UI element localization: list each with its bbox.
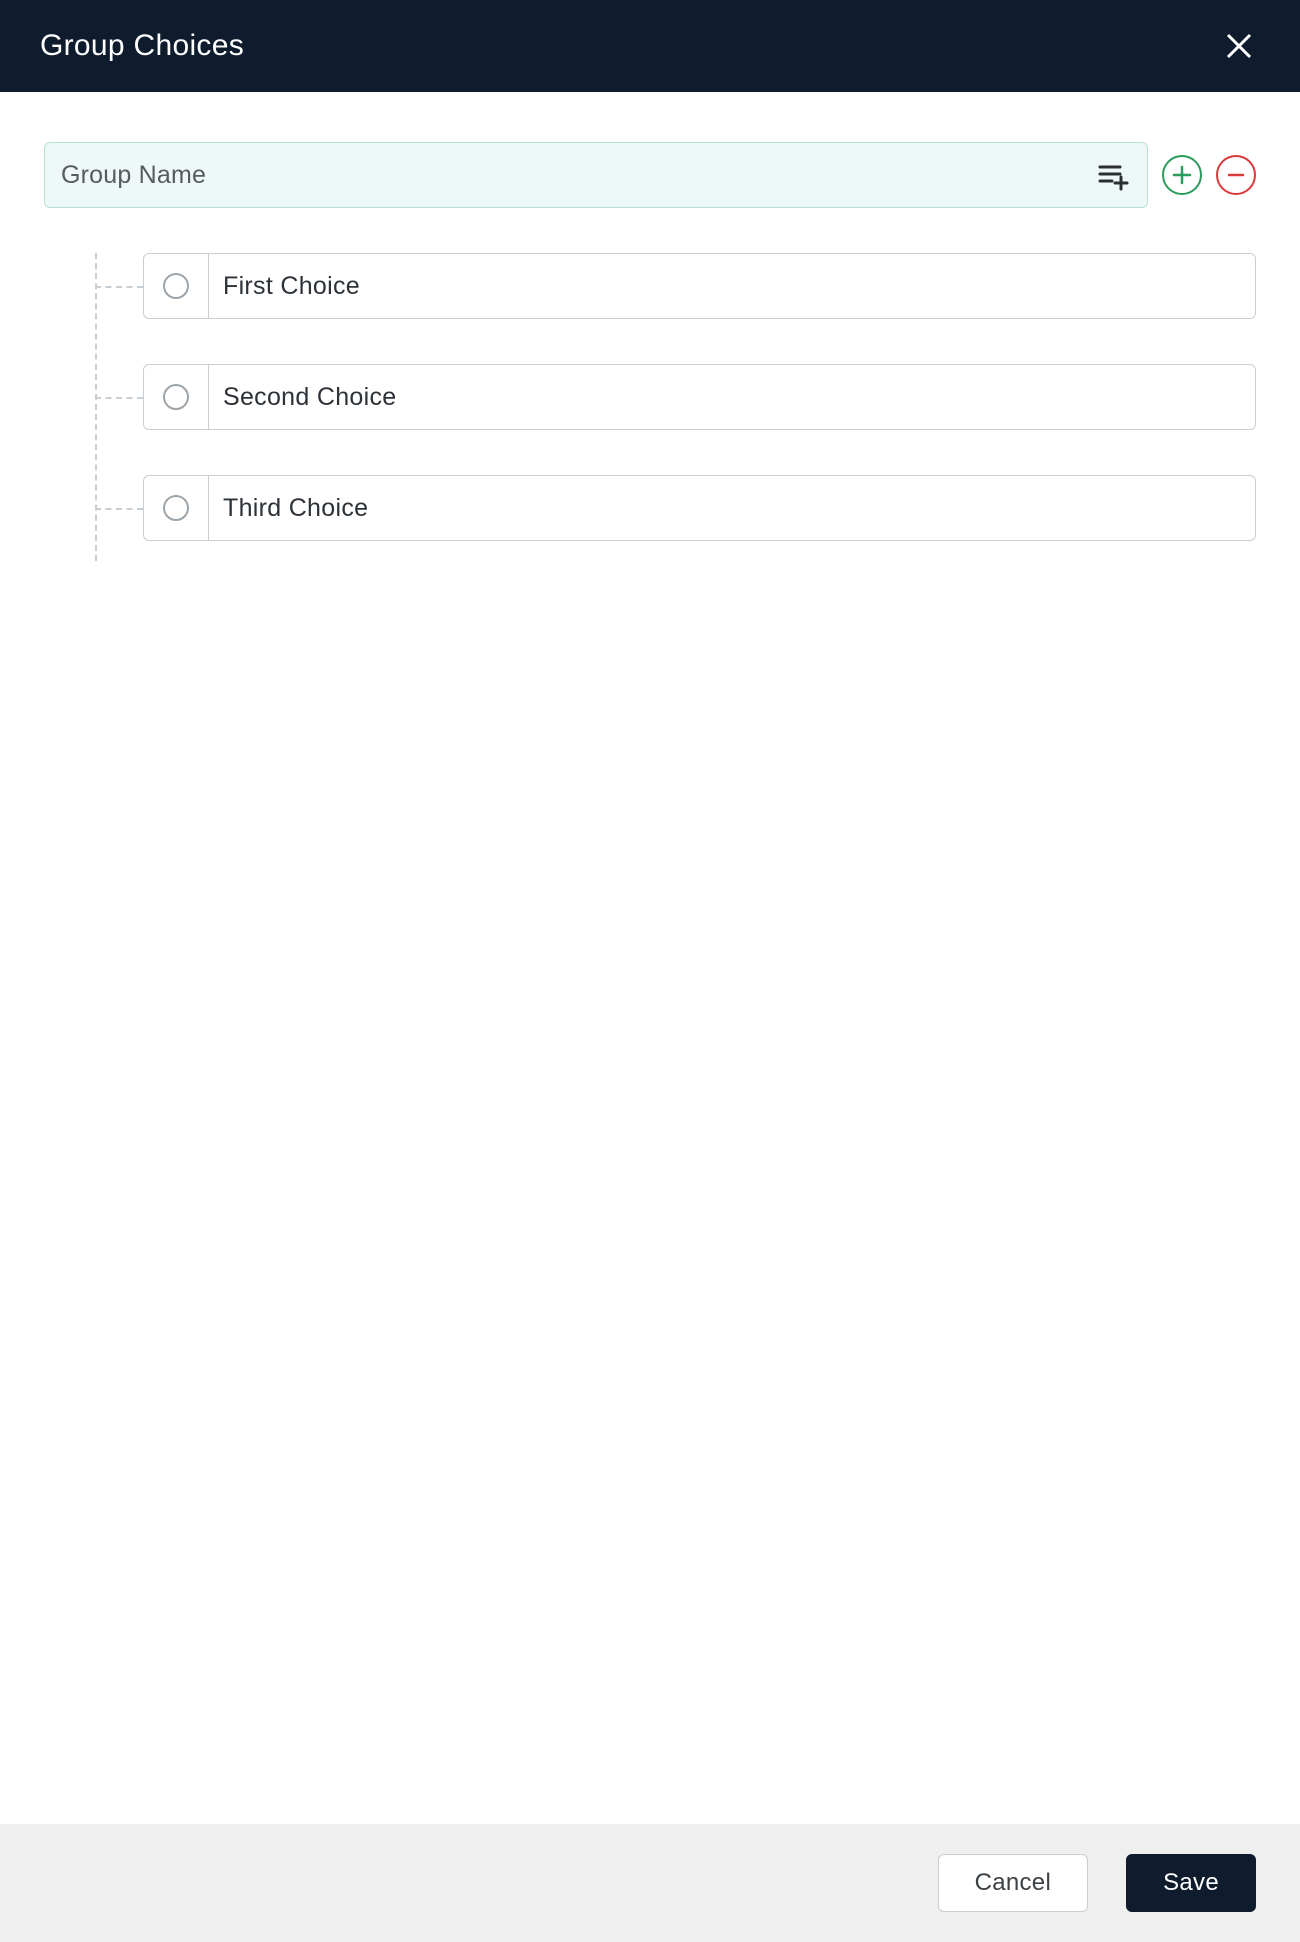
choice-item: [143, 253, 1256, 319]
tree-connector: [95, 508, 143, 510]
choice-label-input[interactable]: [209, 494, 1255, 523]
dialog-body: [0, 92, 1300, 541]
group-name-input[interactable]: [59, 160, 1091, 191]
group-name-field-wrap: [44, 142, 1148, 208]
choice-row: [95, 475, 1256, 541]
choice-row: [95, 364, 1256, 430]
save-button[interactable]: Save: [1126, 1854, 1256, 1912]
radio-icon: [163, 273, 189, 299]
minus-icon: [1225, 164, 1247, 186]
dialog-header: Group Choices: [0, 0, 1300, 92]
choice-item: [143, 475, 1256, 541]
add-subitem-button[interactable]: [1091, 153, 1135, 197]
radio-icon: [163, 495, 189, 521]
group-row: [44, 142, 1256, 208]
choice-item: [143, 364, 1256, 430]
close-icon: [1224, 31, 1254, 61]
playlist-add-icon: [1094, 156, 1132, 194]
choice-radio-cell[interactable]: [144, 476, 209, 540]
remove-group-button[interactable]: [1216, 155, 1256, 195]
dialog-title: Group Choices: [40, 29, 244, 63]
choices-tree: [95, 253, 1256, 541]
choice-radio-cell[interactable]: [144, 254, 209, 318]
choice-label-input[interactable]: [209, 272, 1255, 301]
dialog-footer: Cancel Save: [0, 1824, 1300, 1942]
choice-label-input[interactable]: [209, 383, 1255, 412]
choice-row: [95, 253, 1256, 319]
add-group-button[interactable]: [1162, 155, 1202, 195]
tree-connector: [95, 286, 143, 288]
close-button[interactable]: [1218, 25, 1260, 67]
cancel-button[interactable]: Cancel: [938, 1854, 1089, 1912]
tree-connector: [95, 397, 143, 399]
plus-icon: [1171, 164, 1193, 186]
radio-icon: [163, 384, 189, 410]
choice-radio-cell[interactable]: [144, 365, 209, 429]
